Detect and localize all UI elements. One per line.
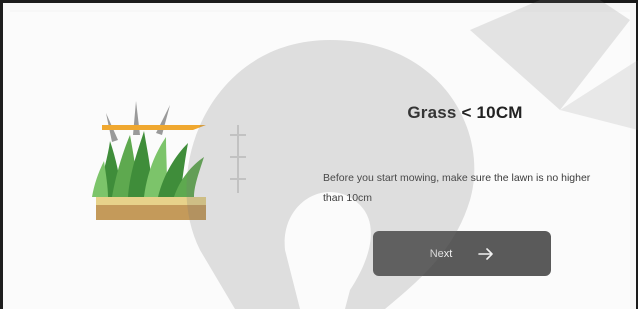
- arrow-right-icon: [478, 247, 494, 260]
- next-button[interactable]: Next: [373, 231, 551, 276]
- dialog-description: Before you start mowing, make sure the l…: [323, 172, 591, 204]
- ruler-marks: [230, 125, 246, 193]
- dialog-title: Grass < 10CM: [407, 103, 523, 122]
- next-button-label: Next: [429, 247, 453, 260]
- grass-illustration: [92, 101, 246, 220]
